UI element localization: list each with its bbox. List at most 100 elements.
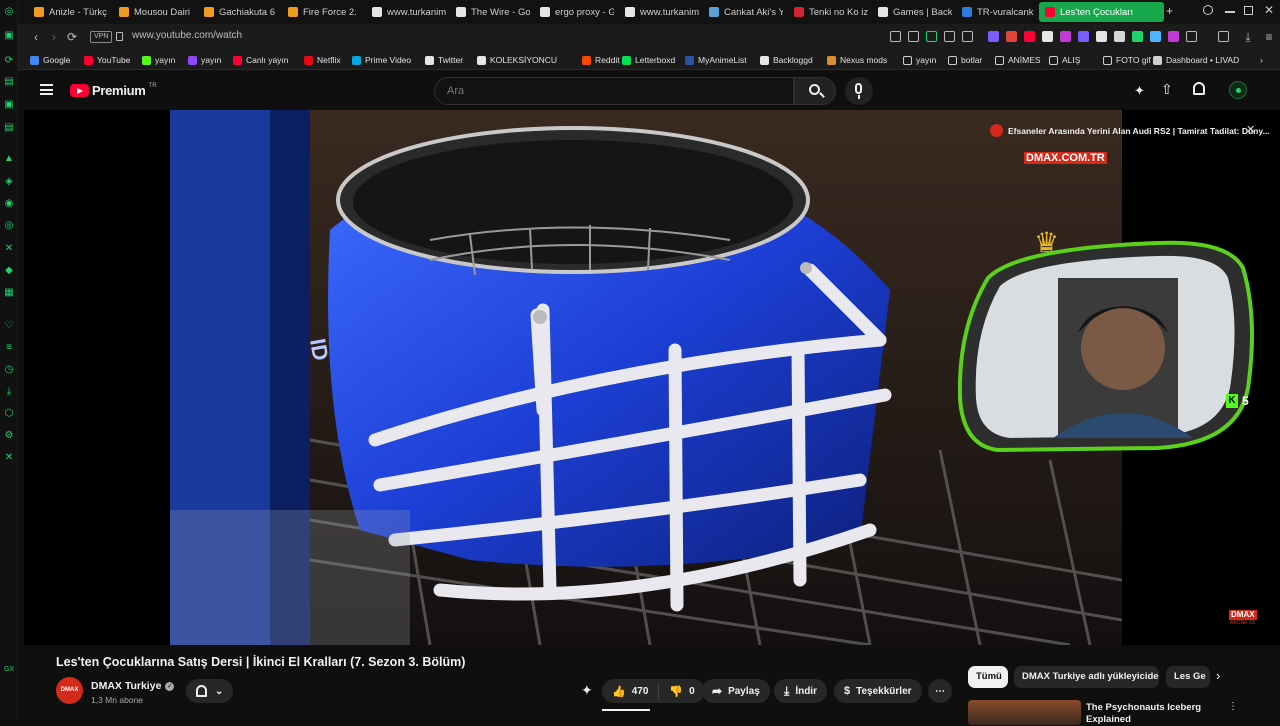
recommendation-menu-icon[interactable]: ⋮ <box>1228 701 1238 712</box>
ask-ai-icon[interactable]: ✦ <box>581 682 593 699</box>
settings-icon[interactable]: ⚙ <box>3 430 15 442</box>
bookmark-14[interactable]: Nexus mods <box>827 53 887 67</box>
music-icon[interactable]: ▲ <box>3 153 15 165</box>
bookmark-3[interactable]: yayın <box>142 53 175 67</box>
bookmark-11[interactable]: Letterboxd <box>622 53 675 67</box>
x-icon[interactable]: ✕ <box>3 243 15 255</box>
tab-1[interactable]: Anizle - Türkç <box>28 2 108 22</box>
search-tabs-icon[interactable] <box>1203 5 1213 15</box>
upload-icon[interactable]: ⇧ <box>1161 81 1173 98</box>
ext-11-icon[interactable] <box>1168 31 1179 42</box>
messenger-icon[interactable]: ▣ <box>3 30 15 42</box>
filter-chip-1[interactable]: Tümü <box>968 666 1008 688</box>
bookmark-12[interactable]: MyAnimeList <box>685 53 747 67</box>
clock-icon[interactable]: ◷ <box>3 364 15 376</box>
forward-button[interactable]: › <box>46 29 62 45</box>
refresh-icon[interactable]: ⟳ <box>3 55 15 67</box>
tab-12[interactable]: TR-vuralcank <box>956 2 1036 22</box>
heart-icon[interactable] <box>962 31 973 42</box>
end-card-title[interactable]: Efsaneler Arasında Yerini Alan Audi RS2 … <box>1008 126 1270 136</box>
share-button[interactable]: ➦ Paylaş <box>702 679 770 703</box>
like-button[interactable]: 👍 470 <box>602 683 660 699</box>
bookmarks-overflow-icon[interactable]: › <box>1260 53 1263 67</box>
lock-icon[interactable] <box>116 32 123 41</box>
bookmark-2[interactable]: YouTube <box>84 53 130 67</box>
account-avatar[interactable] <box>1229 81 1247 99</box>
bookmark-9[interactable]: KOLEKSİYONCU <box>477 53 557 67</box>
filter-chip-2[interactable]: DMAX Turkiye adlı yükleyiciden <box>1014 666 1159 688</box>
bookmark-15[interactable]: yayın <box>903 53 936 67</box>
subscribe-bell-button[interactable]: ⌄ <box>186 679 234 703</box>
whatsapp-icon[interactable]: ▣ <box>3 99 15 111</box>
tab-8[interactable]: www.turkanim <box>619 2 699 22</box>
bookmark-4[interactable]: yayın <box>188 53 221 67</box>
bookmark-10[interactable]: Reddit <box>582 53 620 67</box>
tab-9[interactable]: Cankat Aki's Y <box>703 2 783 22</box>
extensions-puzzle-icon[interactable] <box>1218 31 1229 42</box>
whatsapp-icon[interactable]: ◉ <box>3 198 15 210</box>
bookmark-8[interactable]: Twitter <box>425 53 463 67</box>
maximize-icon[interactable] <box>1244 6 1253 15</box>
bookmark-13[interactable]: Backloggd <box>760 53 813 67</box>
download-button[interactable]: ⤓ İndir <box>774 679 827 703</box>
shield-icon[interactable] <box>926 31 937 42</box>
ext-12-icon[interactable] <box>1186 31 1197 42</box>
discord-icon[interactable]: ◆ <box>3 265 15 277</box>
notifications-bell-icon[interactable] <box>1193 82 1205 95</box>
gx-label-icon[interactable]: GX <box>3 664 15 676</box>
search-input[interactable] <box>434 77 794 105</box>
tab-7[interactable]: ergo proxy - G <box>534 2 614 22</box>
ext-8-icon[interactable] <box>1114 31 1125 42</box>
ext-1-icon[interactable] <box>988 31 999 42</box>
ext-6-icon[interactable] <box>1078 31 1089 42</box>
minimize-icon[interactable] <box>1225 11 1235 13</box>
tab-5[interactable]: www.turkanim <box>366 2 446 22</box>
bookmark-18[interactable]: ALIŞ <box>1049 53 1080 67</box>
close-window-icon[interactable]: ✕ <box>1264 3 1274 17</box>
opera-gx-logo-icon[interactable]: ◎ <box>3 6 15 18</box>
bookmark-6[interactable]: Netflix <box>304 53 341 67</box>
tab-11[interactable]: Games | Back <box>872 2 952 22</box>
menu-icon[interactable] <box>40 84 53 95</box>
new-tab-button[interactable]: + <box>1166 4 1173 18</box>
ext-5-icon[interactable] <box>1060 31 1071 42</box>
bookmark-1[interactable]: Google <box>30 53 70 67</box>
mail-icon[interactable]: ▤ <box>3 122 15 134</box>
bookmark-16[interactable]: botlar <box>948 53 982 67</box>
bookmark-17[interactable]: ANİMES <box>995 53 1041 67</box>
create-icon[interactable]: ✦ <box>1134 83 1145 99</box>
video-player[interactable]: ID Efsaneler Arasında Yerini Alan Audi R… <box>24 110 1280 645</box>
url-field[interactable]: www.youtube.com/watch <box>132 30 242 41</box>
dislike-button[interactable]: 👎 0 <box>659 685 704 698</box>
download-icon[interactable]: ⤓ <box>3 386 15 398</box>
history-icon[interactable]: ≡ <box>3 342 15 354</box>
pin-icon[interactable] <box>890 31 901 42</box>
thanks-button[interactable]: $ Teşekkürler <box>834 679 922 703</box>
dmax-subscribe-watermark[interactable]: DMAX ABONE OL <box>1229 610 1257 626</box>
channel-name[interactable]: DMAX Turkiye ✓ <box>91 680 175 692</box>
ext-9-icon[interactable] <box>1132 31 1143 42</box>
search-button[interactable] <box>794 77 836 105</box>
tab-10[interactable]: Tenki no Ko iz <box>788 2 868 22</box>
close-overlay-icon[interactable]: ✕ <box>1246 123 1255 136</box>
bookmark-19[interactable]: FOTO gif <box>1103 53 1151 67</box>
grid-icon[interactable]: ▦ <box>3 287 15 299</box>
tab-13[interactable]: Les'ten Çocukları <box>1039 2 1164 22</box>
gx-link-icon[interactable]: ✕ <box>3 452 15 464</box>
play-icon[interactable] <box>944 31 955 42</box>
bookmark-7[interactable]: Prime Video <box>352 53 411 67</box>
voice-search-button[interactable] <box>845 77 873 105</box>
instagram-icon[interactable]: ◎ <box>3 220 15 232</box>
tab-2[interactable]: Mousou Dairi <box>113 2 193 22</box>
ext-2-icon[interactable] <box>1006 31 1017 42</box>
twitch-icon[interactable]: ◈ <box>3 176 15 188</box>
channel-avatar[interactable]: DMAX <box>56 677 83 704</box>
vpn-badge[interactable]: VPN <box>90 31 113 43</box>
filter-chip-3[interactable]: Les Ge <box>1166 666 1210 688</box>
youtube-logo[interactable]: Premium TR <box>70 83 157 98</box>
ext-10-icon[interactable] <box>1150 31 1161 42</box>
download-arrow-icon[interactable]: ⤓ <box>1240 29 1256 45</box>
back-button[interactable]: ‹ <box>28 29 44 45</box>
tab-6[interactable]: The Wire - Go <box>450 2 530 22</box>
extensions-icon[interactable]: ⬡ <box>3 408 15 420</box>
